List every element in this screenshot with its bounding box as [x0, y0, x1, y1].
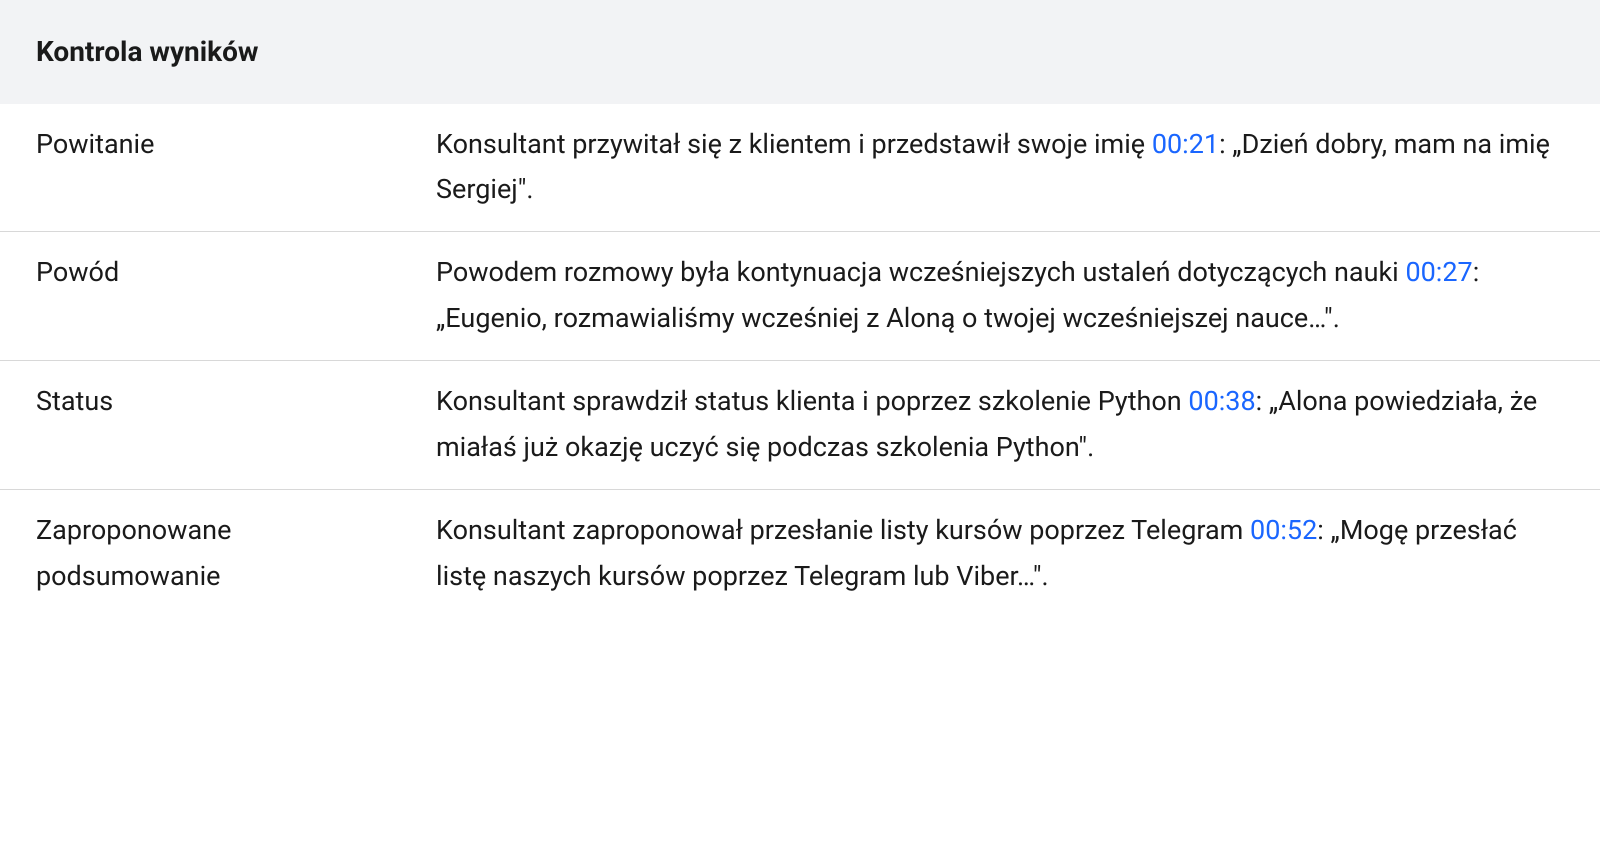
timestamp-link[interactable]: 00:27 — [1405, 256, 1472, 288]
content-text-before: Konsultant zaproponował przesłanie listy… — [436, 514, 1250, 546]
timestamp-link[interactable]: 00:52 — [1250, 514, 1317, 546]
timestamp-link[interactable]: 00:21 — [1152, 128, 1219, 160]
table-row: Status Konsultant sprawdził status klien… — [0, 361, 1600, 490]
row-label: Zaproponowane podsumowanie — [36, 508, 436, 600]
row-label: Powód — [36, 250, 436, 342]
row-content: Konsultant przywitał się z klientem i pr… — [436, 122, 1564, 214]
results-table: Powitanie Konsultant przywitał się z kli… — [0, 104, 1600, 618]
row-content: Powodem rozmowy była kontynuacja wcześni… — [436, 250, 1564, 342]
section-title: Kontrola wyników — [36, 35, 259, 68]
table-row: Zaproponowane podsumowanie Konsultant za… — [0, 490, 1600, 618]
row-content: Konsultant zaproponował przesłanie listy… — [436, 508, 1564, 600]
table-row: Powitanie Konsultant przywitał się z kli… — [0, 104, 1600, 233]
row-label: Powitanie — [36, 122, 436, 214]
content-text-before: Konsultant przywitał się z klientem i pr… — [436, 128, 1152, 160]
timestamp-link[interactable]: 00:38 — [1188, 385, 1255, 417]
row-label: Status — [36, 379, 436, 471]
content-text-before: Powodem rozmowy była kontynuacja wcześni… — [436, 256, 1405, 288]
content-text-before: Konsultant sprawdził status klienta i po… — [436, 385, 1188, 417]
table-row: Powód Powodem rozmowy była kontynuacja w… — [0, 232, 1600, 361]
section-header: Kontrola wyników — [0, 0, 1600, 104]
row-content: Konsultant sprawdził status klienta i po… — [436, 379, 1564, 471]
